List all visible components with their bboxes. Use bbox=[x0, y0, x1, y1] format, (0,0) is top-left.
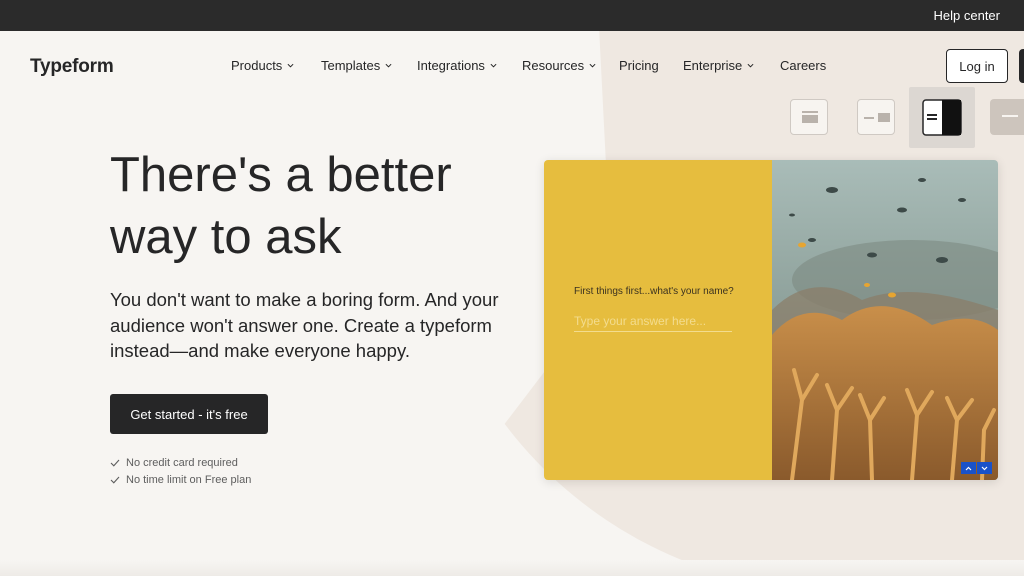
perk-text: No credit card required bbox=[126, 456, 238, 469]
chevron-down-icon bbox=[589, 63, 596, 68]
hero-headline: There's a better way to ask bbox=[110, 144, 530, 268]
help-center-link[interactable]: Help center bbox=[934, 8, 1000, 23]
layout-text-only-icon[interactable] bbox=[990, 99, 1024, 135]
top-utility-bar: Help center bbox=[0, 0, 1024, 31]
chevron-down-icon bbox=[490, 63, 497, 68]
get-started-button[interactable]: Get started - it's free bbox=[110, 394, 268, 434]
form-nav-buttons bbox=[961, 462, 992, 474]
nav-item-products[interactable]: Products bbox=[231, 58, 294, 73]
nav-up-button[interactable] bbox=[961, 462, 976, 474]
coral-reef-image bbox=[772, 160, 998, 480]
layout-side-image-icon[interactable] bbox=[909, 87, 975, 148]
hero-subtext: You don't want to make a boring form. An… bbox=[110, 289, 499, 361]
nav-item-label: Integrations bbox=[417, 58, 485, 73]
chevron-down-icon bbox=[747, 63, 754, 68]
layout-split-icon[interactable] bbox=[857, 99, 895, 135]
perk-list: No credit card required No time limit on… bbox=[110, 454, 251, 488]
form-preview-card[interactable]: First things first...what's your name? T… bbox=[544, 160, 998, 480]
chevron-down-icon bbox=[385, 63, 392, 68]
hero-headline-line2: way to ask bbox=[110, 210, 342, 264]
form-question: First things first...what's your name? bbox=[574, 286, 734, 297]
signup-button[interactable] bbox=[1019, 49, 1024, 83]
nav-item-label: Pricing bbox=[619, 58, 659, 73]
nav-item-label: Products bbox=[231, 58, 283, 73]
chevron-down-icon bbox=[287, 63, 294, 68]
nav-item-label: Enterprise bbox=[683, 58, 743, 73]
nav-item-enterprise[interactable]: Enterprise bbox=[683, 58, 754, 73]
nav-down-button[interactable] bbox=[977, 462, 992, 474]
nav-item-label: Resources bbox=[522, 58, 585, 73]
chevron-down-icon bbox=[981, 466, 988, 470]
nav-item-templates[interactable]: Templates bbox=[321, 58, 392, 73]
check-icon bbox=[110, 476, 120, 484]
bottom-divider bbox=[0, 560, 1024, 576]
nav-item-label: Templates bbox=[321, 58, 381, 73]
nav-item-integrations[interactable]: Integrations bbox=[417, 58, 497, 73]
login-button[interactable]: Log in bbox=[946, 49, 1008, 83]
nav-item-careers[interactable]: Careers bbox=[780, 58, 826, 73]
chevron-up-icon bbox=[965, 466, 972, 470]
nav-item-label: Careers bbox=[780, 58, 827, 73]
nav-item-pricing[interactable]: Pricing bbox=[619, 58, 659, 73]
layout-stack-icon[interactable] bbox=[790, 99, 828, 135]
nav-item-resources[interactable]: Resources bbox=[522, 58, 596, 73]
hero-headline-line1: There's a better bbox=[110, 148, 452, 202]
list-item: No credit card required bbox=[110, 454, 251, 471]
perk-text: No time limit on Free plan bbox=[126, 473, 252, 486]
list-item: No time limit on Free plan bbox=[110, 471, 251, 488]
answer-input[interactable]: Type your answer here... bbox=[574, 314, 732, 332]
main-nav: Products Templates Integrations Resource… bbox=[0, 58, 1024, 78]
form-question-panel: First things first...what's your name? T… bbox=[544, 160, 772, 480]
check-icon bbox=[110, 459, 120, 467]
